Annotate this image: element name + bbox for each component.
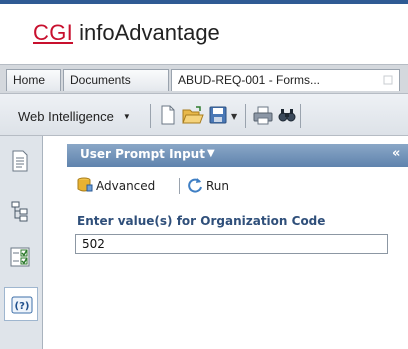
advanced-button[interactable]: Advanced (77, 177, 155, 193)
organization-code-input[interactable] (75, 234, 388, 254)
prompt-action-bar: Advanced Run (67, 170, 408, 202)
tab-documents-label: Documents (70, 73, 131, 87)
navigation-map-button[interactable] (4, 194, 38, 228)
panel-title: User Prompt Input (80, 147, 205, 161)
find-icon[interactable] (278, 106, 296, 124)
user-prompt-panel-header: User Prompt Input ▼ « (67, 144, 408, 167)
save-icon[interactable] (209, 105, 227, 125)
tab-home[interactable]: Home (6, 69, 61, 91)
document-summary-icon (12, 150, 28, 172)
document-tab-bar: Home Documents ABUD-REQ-001 - Forms... (0, 64, 408, 94)
logo-brand: CGI (33, 20, 74, 45)
prompt-label: Enter value(s) for Organization Code (77, 214, 326, 228)
open-folder-icon[interactable] (182, 105, 204, 125)
tab-home-label: Home (13, 73, 46, 87)
tab-pin-icon[interactable] (383, 75, 393, 85)
panel-menu-chevron-icon[interactable]: ▼ (207, 148, 215, 159)
top-accent-bar (0, 0, 408, 4)
tab-report-document-label: ABUD-REQ-001 - Forms... (178, 73, 321, 87)
svg-text:(?): (?) (15, 301, 30, 312)
user-prompt-button[interactable]: (?) (4, 287, 38, 321)
toolbar-divider (245, 104, 246, 128)
toolbar-divider (300, 104, 301, 128)
run-button[interactable]: Run (187, 177, 229, 193)
chevron-down-icon: ▼ (122, 112, 131, 121)
advanced-label: Advanced (96, 179, 156, 193)
document-summary-button[interactable] (4, 144, 38, 178)
app-logo: CGI infoAdvantage (33, 20, 220, 46)
tab-report-document[interactable]: ABUD-REQ-001 - Forms... (171, 69, 400, 91)
web-intelligence-menu[interactable]: Web Intelligence ▼ (18, 109, 131, 124)
logo-product: infoAdvantage (73, 20, 220, 45)
collapse-panel-button[interactable]: « (392, 146, 400, 161)
web-intelligence-label: Web Intelligence (18, 109, 114, 124)
action-divider (179, 178, 180, 194)
save-options-chevron-icon[interactable]: ▼ (231, 112, 237, 121)
input-controls-button[interactable] (4, 240, 38, 274)
run-label: Run (206, 179, 230, 193)
toolbar-divider (150, 104, 151, 128)
navigation-map-icon (11, 201, 28, 222)
tab-documents[interactable]: Documents (63, 69, 169, 91)
new-document-icon[interactable] (160, 105, 176, 125)
user-prompt-icon: (?) (11, 296, 33, 314)
input-controls-icon (10, 247, 30, 267)
main-toolbar: Web Intelligence ▼ ▼ (0, 94, 408, 136)
advanced-icon (77, 177, 93, 192)
left-side-panel: (?) (0, 136, 43, 349)
run-refresh-icon (188, 178, 202, 193)
print-icon[interactable] (253, 105, 273, 125)
